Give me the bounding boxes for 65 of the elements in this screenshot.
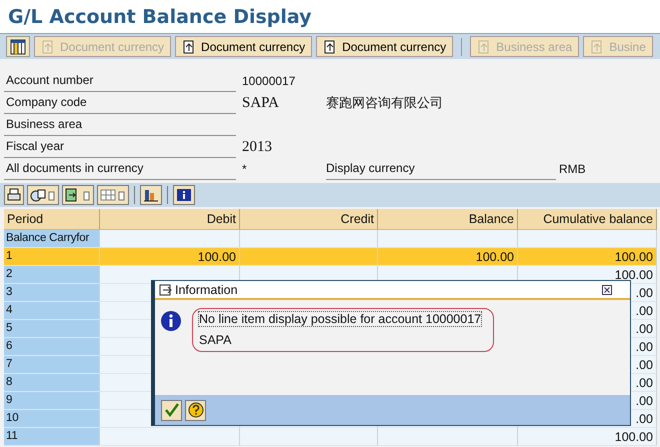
column-header[interactable]: Debit xyxy=(100,209,240,230)
table-cell: Balance Carryfor xyxy=(4,230,100,248)
document-icon xyxy=(477,40,492,54)
table-cell: 100.00 xyxy=(518,248,657,266)
table-cell: 100.00 xyxy=(378,248,518,266)
table-cell: 8 xyxy=(4,374,100,392)
field-label: Account number xyxy=(4,70,236,92)
table-icon xyxy=(10,38,26,54)
checkmark-icon xyxy=(164,402,180,418)
table-cell: 5 xyxy=(4,320,100,338)
help-button[interactable] xyxy=(185,400,206,420)
table-cell: 4 xyxy=(4,302,100,320)
table-cell: 11 xyxy=(4,428,100,446)
print-button[interactable] xyxy=(4,185,24,205)
view-button[interactable] xyxy=(27,185,59,205)
table-cell: 2 xyxy=(4,266,100,284)
dialog-title: Information xyxy=(175,282,238,296)
view-icon xyxy=(30,188,56,202)
close-button[interactable] xyxy=(602,284,612,294)
field-label: Display currency xyxy=(326,158,556,180)
confirm-button[interactable] xyxy=(161,400,182,420)
table-cell: 7 xyxy=(4,356,100,374)
grid-icon xyxy=(100,188,126,202)
field-label: Company code xyxy=(4,92,236,114)
chart-button[interactable] xyxy=(140,185,162,205)
toolbar-button[interactable]: Document currency xyxy=(175,36,312,57)
message-text: SAPA xyxy=(199,333,232,347)
column-header[interactable]: Balance xyxy=(378,209,518,230)
table-cell: 10 xyxy=(4,410,100,428)
window-icon xyxy=(159,284,172,296)
info-icon xyxy=(160,310,182,332)
document-icon xyxy=(182,40,196,54)
column-header[interactable]: Period xyxy=(4,209,100,230)
table-cell: 6 xyxy=(4,338,100,356)
toolbar-button[interactable]: Document currency xyxy=(316,36,454,57)
layout-button[interactable] xyxy=(6,36,30,57)
document-icon xyxy=(323,40,338,54)
bar-chart-icon xyxy=(143,188,159,202)
help-icon xyxy=(188,402,204,418)
close-icon xyxy=(602,284,612,294)
company-name: 赛跑网咨询有限公司 xyxy=(326,94,443,112)
table-cell: 9 xyxy=(4,392,100,410)
field-label: All documents in currency xyxy=(4,158,236,180)
column-header[interactable]: Cumulative balance xyxy=(518,209,657,230)
export-icon xyxy=(65,188,91,202)
field-value: RMB xyxy=(558,162,586,176)
field-value: 2013 xyxy=(242,138,272,154)
info-button[interactable] xyxy=(173,185,195,205)
field-label: Business area xyxy=(4,114,236,136)
export-button[interactable] xyxy=(62,185,94,205)
field-label: Fiscal year xyxy=(4,136,236,158)
document-icon xyxy=(590,40,604,54)
table-cell: 3 xyxy=(4,284,100,302)
table-cell: 100.00 xyxy=(100,248,240,266)
column-header[interactable]: Credit xyxy=(240,209,378,230)
info-icon xyxy=(176,188,192,202)
table-cell: 1 xyxy=(4,248,100,266)
screen-title: G/L Account Balance Display xyxy=(8,6,312,28)
table-cell: 100.00 xyxy=(518,428,657,446)
field-value: 10000017 xyxy=(242,74,296,88)
field-value: SAPA xyxy=(242,94,279,110)
message-text: No line item display possible for account 10000017 xyxy=(199,312,482,326)
field-value: * xyxy=(242,162,247,176)
printer-icon xyxy=(7,188,21,202)
document-icon xyxy=(41,40,55,54)
